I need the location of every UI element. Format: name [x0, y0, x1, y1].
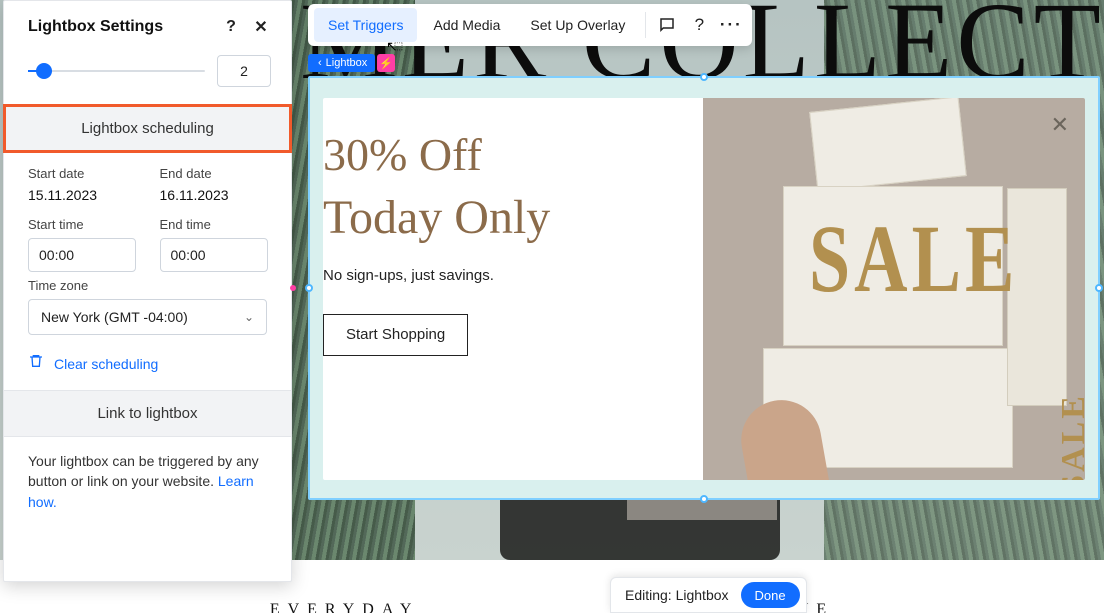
chevron-down-icon: ⌄ [244, 310, 254, 324]
editing-label: Editing: Lightbox [625, 587, 729, 603]
start-date-label: Start date [28, 166, 136, 181]
done-button[interactable]: Done [741, 582, 800, 608]
lightbox-image: SALE SALE ✕ [703, 98, 1085, 480]
link-section-header[interactable]: Link to lightbox [4, 390, 291, 437]
help-icon[interactable]: ? [684, 10, 714, 40]
sale-text-side: SALE [1055, 393, 1085, 480]
timezone-select[interactable]: New York (GMT -04:00) ⌄ [28, 299, 267, 335]
help-icon[interactable]: ? [219, 15, 243, 39]
element-context-toolbar: Set Triggers Add Media Set Up Overlay ? … [308, 4, 752, 46]
resize-handle-s[interactable] [700, 495, 708, 503]
bolt-icon[interactable]: ⚡ [377, 54, 395, 72]
tab-add-media[interactable]: Add Media [419, 8, 514, 42]
clear-scheduling-link[interactable]: Clear scheduling [54, 356, 158, 372]
panel-title: Lightbox Settings [28, 18, 213, 36]
lightbox-subtext: No sign-ups, just savings. [323, 267, 703, 284]
comment-icon[interactable] [652, 10, 682, 40]
end-time-label: End time [160, 217, 268, 232]
resize-handle-e[interactable] [1095, 284, 1103, 292]
close-icon[interactable]: ✕ [249, 15, 273, 39]
start-time-input[interactable]: 00:00 [28, 238, 136, 272]
start-time-label: Start time [28, 217, 136, 232]
lightbox-close-icon[interactable]: ✕ [1051, 112, 1069, 138]
start-date-value[interactable]: 15.11.2023 [28, 187, 136, 203]
anchor-dot [290, 285, 296, 291]
timezone-value: New York (GMT -04:00) [41, 309, 188, 325]
more-icon[interactable]: ··· [716, 10, 746, 40]
resize-handle-n[interactable] [700, 73, 708, 81]
end-date-label: End date [160, 166, 268, 181]
trigger-delay-value[interactable]: 2 [217, 55, 271, 87]
tab-set-triggers[interactable]: Set Triggers [314, 8, 417, 42]
breadcrumb[interactable]: ‹ Lightbox ⚡ [308, 52, 395, 74]
tab-set-up-overlay[interactable]: Set Up Overlay [516, 8, 639, 42]
trash-icon[interactable] [28, 353, 44, 374]
resize-handle-w[interactable] [305, 284, 313, 292]
sale-text-big: SALE [809, 205, 1018, 316]
lightbox-heading-1: 30% Off [323, 126, 703, 184]
end-date-value[interactable]: 16.11.2023 [160, 187, 268, 203]
start-shopping-button[interactable]: Start Shopping [323, 314, 468, 356]
lightbox-preview[interactable]: 30% Off Today Only No sign-ups, just sav… [323, 98, 1085, 480]
hero-subline-left: EVERYDAY [270, 601, 419, 613]
end-time-input[interactable]: 00:00 [160, 238, 268, 272]
chevron-left-icon: ‹ [318, 57, 322, 69]
lightbox-heading-2: Today Only [323, 190, 703, 245]
breadcrumb-label: Lightbox [326, 57, 368, 69]
scheduling-section-header[interactable]: Lightbox scheduling [4, 105, 291, 152]
trigger-delay-slider[interactable] [28, 63, 205, 79]
editing-bar: Editing: Lightbox Done [610, 577, 807, 613]
lightbox-settings-panel: Lightbox Settings ? ✕ 2 Lightbox schedul… [3, 0, 292, 582]
timezone-label: Time zone [28, 278, 267, 293]
